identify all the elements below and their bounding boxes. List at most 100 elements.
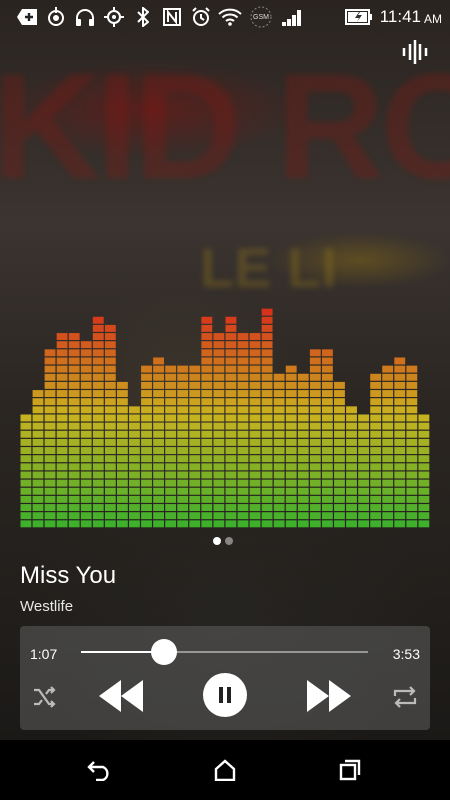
equalizer-segment xyxy=(44,398,56,406)
equalizer-segment xyxy=(80,438,92,446)
equalizer-segment xyxy=(177,438,189,446)
equalizer-bar xyxy=(92,316,104,528)
equalizer-segment xyxy=(382,398,394,406)
equalizer-segment xyxy=(116,414,128,422)
equalizer-segment xyxy=(213,373,225,381)
rewind-button[interactable] xyxy=(96,676,146,716)
equalizer-segment xyxy=(418,455,430,463)
equalizer-segment xyxy=(201,455,213,463)
equalizer-segment xyxy=(92,333,104,341)
equalizer-segment xyxy=(165,381,177,389)
equalizer-segment xyxy=(273,381,285,389)
equalizer-segment xyxy=(321,479,333,487)
seek-thumb[interactable] xyxy=(150,639,177,665)
equalizer-segment xyxy=(249,520,261,528)
equalizer-segment xyxy=(273,422,285,430)
equalizer-segment xyxy=(44,520,56,528)
equalizer-segment xyxy=(104,438,116,446)
equalizer-segment xyxy=(249,471,261,479)
equalizer-segment xyxy=(32,422,44,430)
equalizer-segment xyxy=(321,349,333,357)
equalizer-segment xyxy=(153,520,165,528)
artist-name[interactable]: Westlife xyxy=(20,598,73,615)
equalizer-segment xyxy=(321,357,333,365)
equalizer-segment xyxy=(165,430,177,438)
equalizer-segment xyxy=(225,438,237,446)
equalizer-segment xyxy=(201,316,213,324)
back-icon xyxy=(87,761,109,781)
equalizer-segment xyxy=(297,487,309,495)
equalizer-segment xyxy=(56,390,68,398)
equalizer-segment xyxy=(92,455,104,463)
back-button[interactable] xyxy=(85,756,115,784)
equalizer-segment xyxy=(225,422,237,430)
equalizer-segment xyxy=(273,373,285,381)
equalizer-segment xyxy=(394,438,406,446)
equalizer-segment xyxy=(249,430,261,438)
repeat-icon xyxy=(393,686,417,708)
equalizer-segment xyxy=(189,479,201,487)
equalizer-segment xyxy=(225,341,237,349)
equalizer-segment xyxy=(394,422,406,430)
equalizer-segment xyxy=(165,447,177,455)
equalizer-segment xyxy=(153,430,165,438)
equalizer-segment xyxy=(165,512,177,520)
equalizer-segment xyxy=(309,447,321,455)
visualizer-toggle-button[interactable] xyxy=(400,38,430,66)
home-button[interactable] xyxy=(210,756,240,784)
equalizer-segment xyxy=(213,357,225,365)
recents-button[interactable] xyxy=(335,756,365,784)
equalizer-segment xyxy=(321,447,333,455)
equalizer-segment xyxy=(237,349,249,357)
equalizer-segment xyxy=(334,455,345,463)
equalizer-segment xyxy=(68,512,80,520)
equalizer-segment xyxy=(418,520,430,528)
equalizer-segment xyxy=(201,512,213,520)
equalizer-segment xyxy=(321,495,333,503)
equalizer-segment xyxy=(80,520,92,528)
repeat-button[interactable] xyxy=(390,682,420,712)
equalizer-segment xyxy=(249,447,261,455)
equalizer-segment xyxy=(141,414,152,422)
equalizer-segment xyxy=(20,487,32,495)
fast-forward-button[interactable] xyxy=(304,676,354,716)
equalizer-segment xyxy=(309,365,321,373)
equalizer-segment xyxy=(237,341,249,349)
equalizer-segment xyxy=(406,447,418,455)
equalizer-segment xyxy=(116,406,128,414)
equalizer-segment xyxy=(44,390,56,398)
equalizer-segment xyxy=(309,373,321,381)
equalizer-bar xyxy=(129,406,140,528)
equalizer-segment xyxy=(273,504,285,512)
equalizer-segment xyxy=(261,422,273,430)
shuffle-button[interactable] xyxy=(30,682,60,712)
equalizer-segment xyxy=(394,406,406,414)
equalizer-bar xyxy=(309,349,321,528)
equalizer-segment xyxy=(56,365,68,373)
equalizer-segment xyxy=(261,430,273,438)
equalizer-segment xyxy=(141,406,152,414)
equalizer-segment xyxy=(213,438,225,446)
equalizer-segment xyxy=(165,495,177,503)
equalizer-segment xyxy=(394,365,406,373)
equalizer-segment xyxy=(346,438,357,446)
equalizer-segment xyxy=(141,438,152,446)
seek-bar[interactable] xyxy=(81,639,368,665)
equalizer-segment xyxy=(201,390,213,398)
equalizer-segment xyxy=(321,373,333,381)
pause-button[interactable] xyxy=(203,673,247,717)
equalizer-segment xyxy=(189,455,201,463)
equalizer-segment xyxy=(261,406,273,414)
equalizer-segment xyxy=(177,365,189,373)
equalizer-segment xyxy=(44,504,56,512)
equalizer-segment xyxy=(334,398,345,406)
equalizer-segment xyxy=(297,504,309,512)
equalizer-segment xyxy=(68,447,80,455)
equalizer-segment xyxy=(370,504,382,512)
equalizer-segment xyxy=(201,504,213,512)
equalizer-segment xyxy=(68,390,80,398)
equalizer-segment xyxy=(80,479,92,487)
equalizer-segment xyxy=(321,430,333,438)
equalizer-segment xyxy=(285,438,297,446)
status-bar-left-icons: GSM xyxy=(12,5,307,29)
